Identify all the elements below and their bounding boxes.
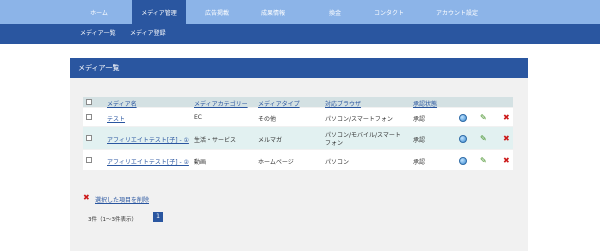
delete-x-icon[interactable]: ✖ [503, 135, 510, 143]
sub-nav: メディア一覧 メディア登録 [0, 24, 600, 44]
result-count: 3件（1～3件表示） [88, 217, 137, 223]
tab-results[interactable]: 成果情報 [250, 0, 296, 24]
media-type: ホームページ [258, 159, 294, 166]
media-category: 動画 [194, 159, 207, 166]
table-row: アフィリエイトテスト[子] - ② 動画 ホームページ パソコン 承認 ✎ ✖ [83, 150, 513, 170]
tab-home[interactable]: ホーム [78, 0, 120, 24]
media-name-link[interactable]: アフィリエイトテスト[子] - ② [107, 157, 189, 166]
media-category: EC [194, 114, 202, 121]
delete-x-icon[interactable]: ✖ [503, 114, 510, 122]
col-header-browser[interactable]: 対応ブラウザ [325, 99, 361, 108]
panel-title: メディア一覧 [70, 58, 528, 78]
subnav-media-list[interactable]: メディア一覧 [80, 24, 116, 44]
globe-icon[interactable] [459, 157, 467, 165]
tab-ad-placement[interactable]: 広告掲載 [194, 0, 240, 24]
page-button-current[interactable]: 1 [153, 212, 163, 222]
tab-media-management[interactable]: メディア管理 [132, 0, 186, 24]
table-row: テスト EC その他 パソコン/スマートフォン 承認 ✎ ✖ [83, 108, 513, 126]
media-name-link[interactable]: テスト [107, 114, 125, 123]
media-type: メルマガ [258, 137, 283, 144]
pencil-icon[interactable]: ✎ [480, 114, 487, 122]
table-header-row: メディア名 メディアカテゴリー メディアタイプ 対応ブラウザ 承認状態 [83, 97, 513, 108]
row-checkbox[interactable] [86, 114, 92, 120]
tab-contact[interactable]: コンタクト [364, 0, 414, 24]
media-type: その他 [258, 116, 277, 123]
pencil-icon[interactable]: ✎ [480, 157, 487, 165]
media-status: 承認 [413, 159, 426, 166]
media-name-link[interactable]: アフィリエイトテスト[子] - ① [107, 135, 189, 144]
select-all-checkbox[interactable] [86, 99, 92, 105]
top-nav: ホーム メディア管理 広告掲載 成果情報 換金 コンタクト アカウント設定 [0, 0, 600, 24]
row-checkbox[interactable] [86, 157, 92, 163]
tab-payout[interactable]: 換金 [312, 0, 358, 24]
table-row: アフィリエイトテスト[子] - ① 生活・サービス メルマガ パソコン/モバイル… [83, 127, 513, 149]
col-header-type[interactable]: メディアタイプ [258, 99, 300, 108]
delete-selected-link[interactable]: 選択した項目を削除 [95, 195, 149, 204]
col-header-status[interactable]: 承認状態 [413, 99, 437, 108]
media-status: 承認 [413, 137, 426, 144]
media-browser: パソコン [325, 159, 350, 166]
pencil-icon[interactable]: ✎ [480, 135, 487, 143]
delete-selected-icon[interactable]: ✖ [83, 194, 90, 202]
globe-icon[interactable] [459, 135, 467, 143]
row-checkbox[interactable] [86, 135, 92, 141]
media-category: 生活・サービス [194, 137, 237, 144]
media-browser: パソコン/スマートフォン [325, 116, 393, 123]
col-header-category[interactable]: メディアカテゴリー [194, 99, 248, 108]
delete-x-icon[interactable]: ✖ [503, 157, 510, 165]
subnav-media-register[interactable]: メディア登録 [130, 24, 166, 44]
col-header-name[interactable]: メディア名 [107, 99, 137, 108]
tab-account-settings[interactable]: アカウント設定 [424, 0, 490, 24]
media-status: 承認 [413, 116, 426, 123]
media-browser-cont: フォン [325, 140, 344, 147]
globe-icon[interactable] [459, 114, 467, 122]
